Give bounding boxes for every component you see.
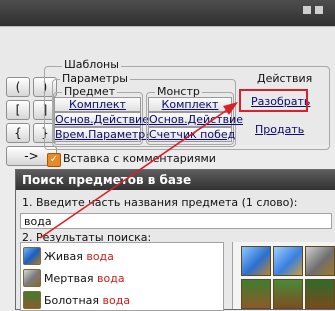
arrow-annotation xyxy=(39,102,238,239)
